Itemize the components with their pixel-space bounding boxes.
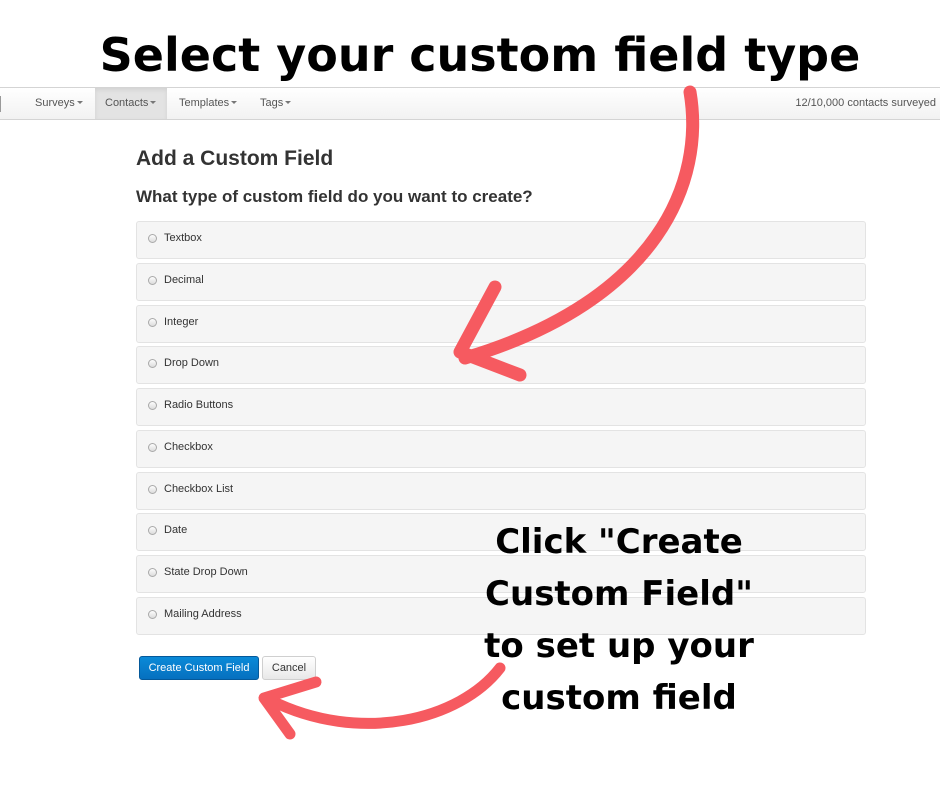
callout-annotation: Click "Create Custom Field" to set up yo… [484,522,754,718]
annotation-arrows [258,85,700,740]
arrow-to-create-button [258,662,506,740]
arrow-to-field-types [453,85,700,382]
